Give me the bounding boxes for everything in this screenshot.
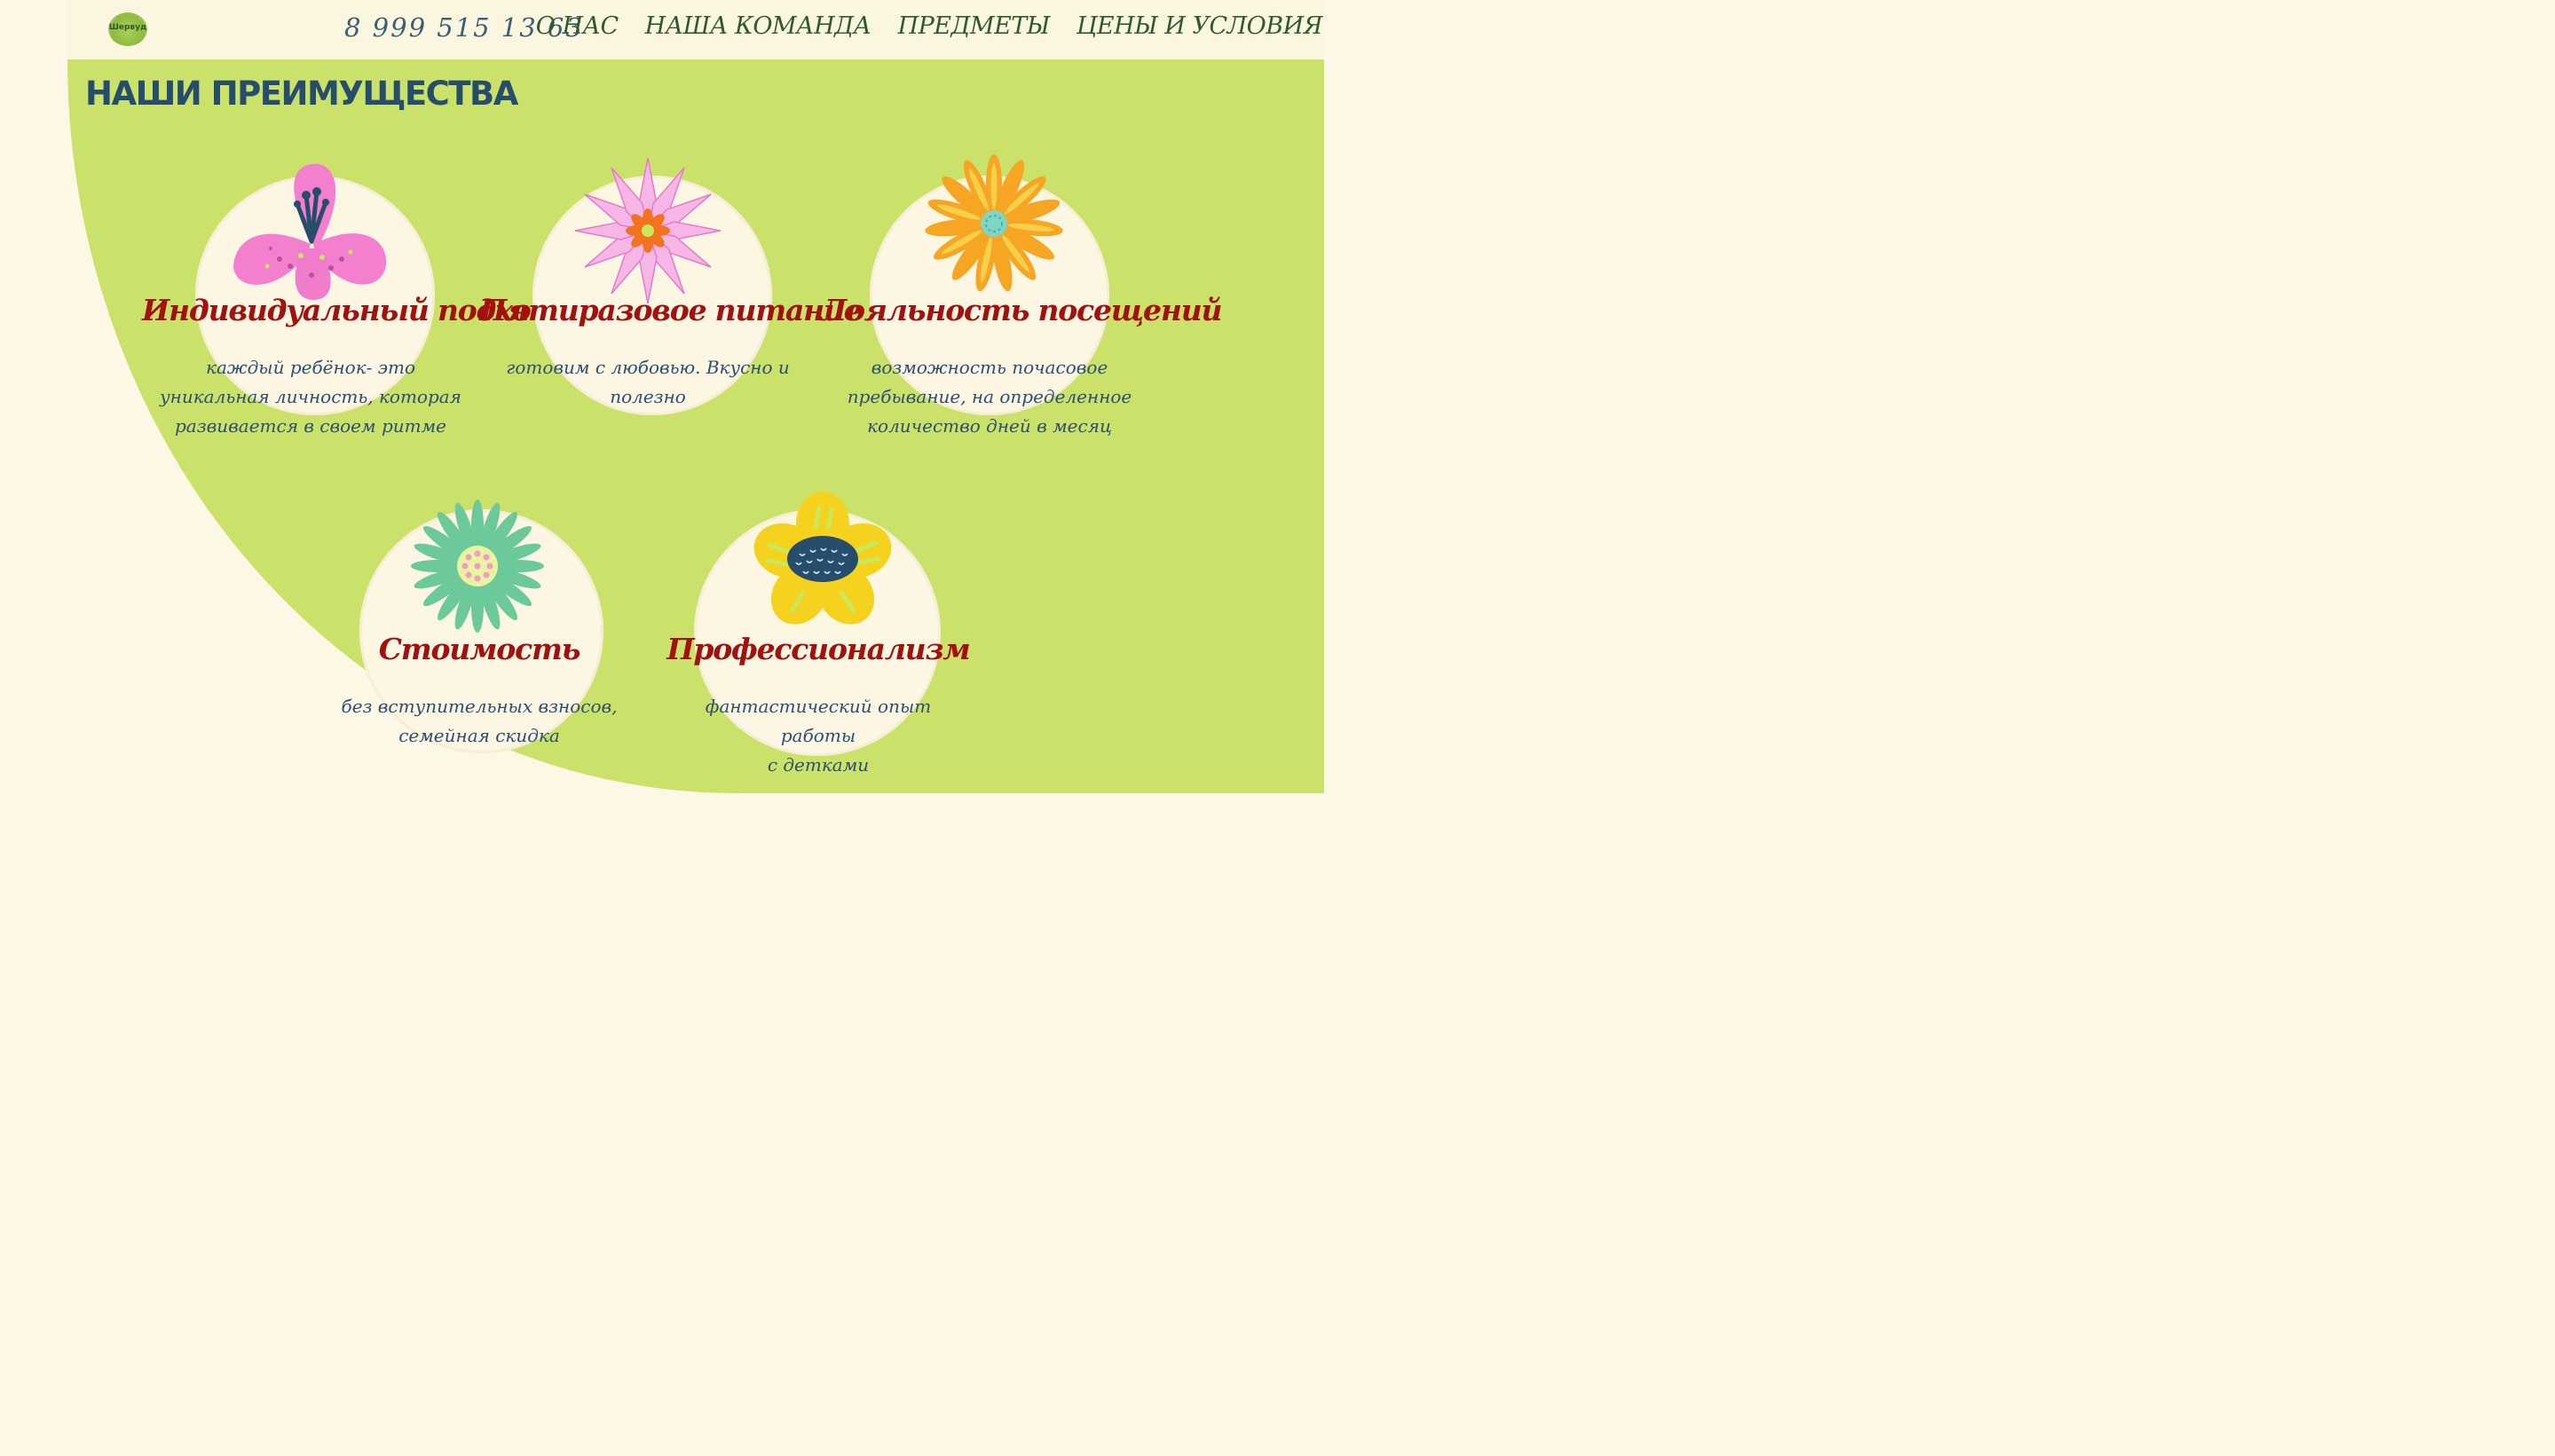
card-description-line: семейная скидка	[398, 725, 560, 746]
main-nav: О НАС НАША КОМАНДА ПРЕДМЕТЫ ЦЕНЫ И УСЛОВ…	[536, 12, 1323, 40]
card-description-line: уникальная личность, которая	[160, 386, 461, 407]
advantage-card-individual: Индивидуальный подход каждый ребёнок- эт…	[142, 160, 551, 444]
card-title: Профессионализм	[666, 632, 970, 666]
card-description-line: без вступительных взносов,	[341, 696, 618, 717]
nav-item-prices[interactable]: ЦЕНЫ И УСЛОВИЯ	[1076, 12, 1323, 40]
card-description-line: развивается в своем ритме	[174, 415, 447, 437]
page: Шервуд 8 999 515 13 63 О НАС НАША КОМАНД…	[0, 0, 1392, 793]
green-aster-flower-icon	[411, 500, 544, 633]
pink-lily-flower-icon	[233, 163, 387, 300]
nav-item-subjects[interactable]: ПРЕДМЕТЫ	[898, 12, 1051, 40]
card-description: без вступительных взносов, семейная скид…	[328, 692, 630, 751]
card-title: Стоимость	[378, 632, 581, 666]
advantage-card-attendance: Лояльность посещений возможность почасов…	[821, 154, 1222, 444]
section-title: НАШИ ПРЕИМУЩЕСТВА	[85, 75, 518, 113]
card-description-line: возможность почасовое	[871, 357, 1108, 378]
advantage-card-meals: Пятиразовое питание готовим с любовью. В…	[479, 157, 863, 444]
header-bar: Шервуд 8 999 515 13 63 О НАС НАША КОМАНД…	[67, 0, 1324, 59]
card-description-line: фантастический опыт работы	[705, 696, 932, 746]
card-title: Лояльность посещений	[821, 293, 1222, 327]
orange-daisy-flower-icon	[925, 154, 1063, 292]
card-description-line: каждый ребёнок- это	[206, 357, 415, 378]
card-description-line: с детками	[767, 754, 870, 775]
advantage-card-professionalism: Профессионализм фантастический опыт рабо…	[650, 492, 987, 783]
pink-star-flower-icon	[574, 157, 722, 304]
card-description-line: количество дней в месяц	[867, 415, 1112, 437]
card-title: Индивидуальный подход	[142, 293, 551, 327]
card-description-line: полезно	[610, 386, 686, 407]
nav-item-team[interactable]: НАША КОМАНДА	[645, 12, 871, 40]
advantage-card-price: Стоимость без вступительных взносов, сем…	[311, 499, 648, 783]
yellow-sunflower-icon	[753, 492, 892, 625]
nav-item-about[interactable]: О НАС	[536, 12, 619, 40]
logo-text: Шервуд	[108, 23, 147, 32]
card-title: Пятиразовое питание	[479, 293, 863, 327]
card-description-line: пребывание, на определенное	[847, 386, 1132, 407]
card-description: фантастический опыт работы с детками	[667, 692, 969, 780]
card-description: каждый ребёнок- это уникальная личность,…	[160, 353, 461, 441]
card-description: возможность почасовое пребывание, на опр…	[839, 353, 1140, 441]
logo[interactable]: Шервуд	[108, 12, 147, 46]
card-description-line: готовим с любовью. Вкусно и	[506, 357, 790, 378]
card-description: готовим с любовью. Вкусно и полезно	[497, 353, 799, 412]
